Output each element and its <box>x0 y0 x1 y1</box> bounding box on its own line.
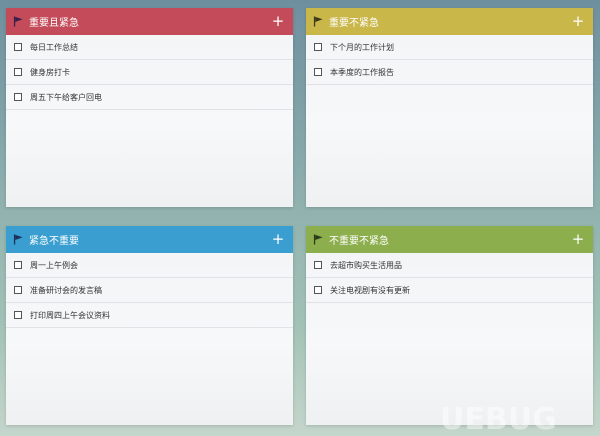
task-item[interactable]: 准备研讨会的发言稿 <box>6 278 293 303</box>
quadrant-title: 不重要不紧急 <box>329 236 389 247</box>
quadrant-header: 重要不紧急 + <box>306 8 593 35</box>
quadrant-header: 重要且紧急 + <box>6 8 293 35</box>
flag-icon <box>312 234 324 246</box>
add-task-button[interactable]: + <box>571 232 585 247</box>
watermark-logo: UEBUG <box>440 402 557 432</box>
checkbox-icon[interactable] <box>314 286 322 294</box>
task-item[interactable]: 每日工作总结 <box>6 35 293 60</box>
task-item[interactable]: 周一上午例会 <box>6 253 293 278</box>
task-label: 打印周四上午会议资料 <box>30 310 110 320</box>
task-label: 周五下午给客户回电 <box>30 92 102 102</box>
quadrant-header: 紧急不重要 + <box>6 226 293 253</box>
checkbox-icon[interactable] <box>314 68 322 76</box>
task-item[interactable]: 打印周四上午会议资料 <box>6 303 293 328</box>
checkbox-icon[interactable] <box>314 43 322 51</box>
task-list: 下个月的工作计划 本季度的工作报告 <box>306 35 593 85</box>
task-list: 周一上午例会 准备研讨会的发言稿 打印周四上午会议资料 <box>6 253 293 328</box>
task-item[interactable]: 周五下午给客户回电 <box>6 85 293 110</box>
task-label: 本季度的工作报告 <box>330 67 394 77</box>
svg-text:UEBUG: UEBUG <box>440 402 557 432</box>
checkbox-icon[interactable] <box>14 68 22 76</box>
add-task-button[interactable]: + <box>271 232 285 247</box>
task-item[interactable]: 下个月的工作计划 <box>306 35 593 60</box>
quadrant-urgent-not-important: 紧急不重要 + 周一上午例会 准备研讨会的发言稿 打印周四上午会议资料 <box>6 226 293 425</box>
quadrant-header: 不重要不紧急 + <box>306 226 593 253</box>
add-task-button[interactable]: + <box>571 14 585 29</box>
quadrant-title: 重要不紧急 <box>329 18 379 29</box>
flag-icon <box>12 16 24 28</box>
quadrant-important-not-urgent: 重要不紧急 + 下个月的工作计划 本季度的工作报告 <box>306 8 593 207</box>
task-label: 去超市购买生活用品 <box>330 260 402 270</box>
checkbox-icon[interactable] <box>14 311 22 319</box>
task-label: 准备研讨会的发言稿 <box>30 285 102 295</box>
task-label: 关注电视剧有没有更新 <box>330 285 410 295</box>
task-label: 每日工作总结 <box>30 42 78 52</box>
quadrant-title: 紧急不重要 <box>29 236 79 247</box>
task-item[interactable]: 去超市购买生活用品 <box>306 253 593 278</box>
task-item[interactable]: 关注电视剧有没有更新 <box>306 278 593 303</box>
quadrant-title: 重要且紧急 <box>29 18 79 29</box>
quadrant-not-important-not-urgent: 不重要不紧急 + 去超市购买生活用品 关注电视剧有没有更新 <box>306 226 593 425</box>
task-list: 每日工作总结 健身房打卡 周五下午给客户回电 <box>6 35 293 110</box>
checkbox-icon[interactable] <box>14 261 22 269</box>
task-item[interactable]: 健身房打卡 <box>6 60 293 85</box>
task-list: 去超市购买生活用品 关注电视剧有没有更新 <box>306 253 593 303</box>
quadrant-urgent-important: 重要且紧急 + 每日工作总结 健身房打卡 周五下午给客户回电 <box>6 8 293 207</box>
add-task-button[interactable]: + <box>271 14 285 29</box>
task-item[interactable]: 本季度的工作报告 <box>306 60 593 85</box>
checkbox-icon[interactable] <box>314 261 322 269</box>
flag-icon <box>312 16 324 28</box>
checkbox-icon[interactable] <box>14 286 22 294</box>
checkbox-icon[interactable] <box>14 93 22 101</box>
task-label: 周一上午例会 <box>30 260 78 270</box>
checkbox-icon[interactable] <box>14 43 22 51</box>
flag-icon <box>12 234 24 246</box>
task-label: 下个月的工作计划 <box>330 42 394 52</box>
task-label: 健身房打卡 <box>30 67 70 77</box>
